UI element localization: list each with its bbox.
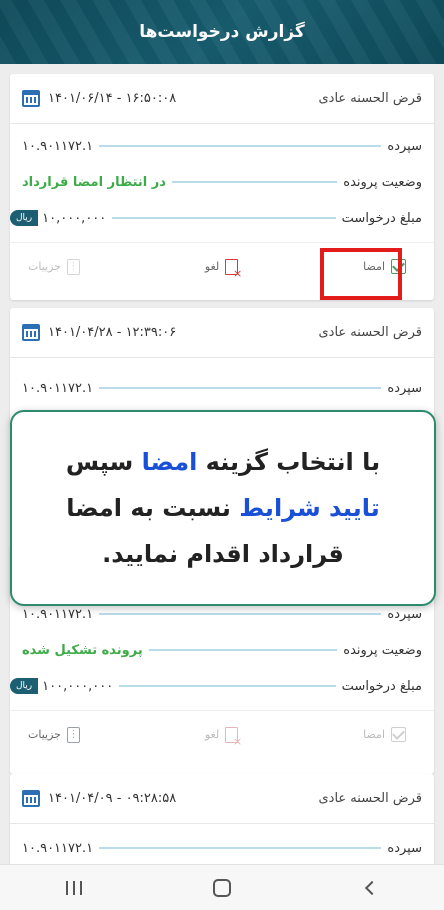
status-label: وضعیت پرونده (343, 174, 422, 190)
loan-type: قرض الحسنه عادی (318, 91, 422, 106)
request-date: ۱۴۰۱/۰۶/۱۴ - ۱۶:۵۰:۰۸ (22, 90, 176, 107)
back-icon (364, 880, 380, 895)
sepordeh-row: سپرده ۱۰.۹۰۱۱۷۲.۱ (10, 370, 434, 406)
status-row: وضعیت پرونده پرونده تشکیل شده (10, 632, 434, 668)
card-header: قرض الحسنه عادی ۱۴۰۱/۰۴/۰۹ - ۰۹:۲۸:۵۸ (10, 774, 434, 824)
sepordeh-label: سپرده (387, 606, 422, 622)
amount-row: مبلغ درخواست ۱۰۰,۰۰۰,۰۰۰ ریال (10, 668, 434, 704)
date-text: ۱۴۰۱/۰۴/۰۹ - ۰۹:۲۸:۵۸ (48, 791, 177, 806)
sepordeh-value: ۱۰.۹۰۱۱۷۲.۱ (22, 380, 94, 396)
loan-type: قرض الحسنه عادی (318, 325, 422, 340)
cancel-button[interactable]: لغو (204, 726, 242, 748)
amount-label: مبلغ درخواست (341, 210, 422, 226)
sign-button[interactable]: امضا (363, 727, 406, 742)
sepordeh-label: سپرده (387, 138, 422, 154)
card-header: قرض الحسنه عادی ۱۴۰۱/۰۴/۲۸ - ۱۲:۳۹:۰۶ (10, 308, 434, 358)
sepordeh-row: سپرده ۱۰.۹۰۱۱۷۲.۱ (10, 128, 434, 164)
details-icon: ⋮ (66, 258, 80, 275)
details-icon: ⋮ (66, 726, 80, 743)
status-row: وضعیت پرونده در انتظار امضا قرارداد (10, 164, 434, 200)
app-header: گزارش درخواست‌ها (0, 0, 444, 64)
calendar-icon (22, 324, 40, 341)
home-icon (213, 878, 231, 897)
date-text: ۱۴۰۱/۰۶/۱۴ - ۱۶:۵۰:۰۸ (48, 91, 177, 106)
tutorial-taeed: تایید شرایط (239, 494, 380, 522)
status-value: پرونده تشکیل شده (22, 642, 143, 658)
sign-highlight-frame (320, 248, 402, 300)
card-actions: امضا لغو ⋮ جزییات (10, 710, 434, 758)
date-text: ۱۴۰۱/۰۴/۲۸ - ۱۲:۳۹:۰۶ (48, 325, 177, 340)
tutorial-part1: با انتخاب گزینه (197, 448, 381, 476)
cancel-label: لغو (204, 260, 220, 273)
amount-label: مبلغ درخواست (341, 678, 422, 694)
calendar-icon (22, 790, 40, 807)
tutorial-callout: با انتخاب گزینه امضا سپس تایید شرایط نسب… (10, 410, 436, 606)
cancel-doc-icon (225, 726, 242, 748)
calendar-icon (22, 90, 40, 107)
sepordeh-label: سپرده (387, 380, 422, 396)
row-divider (99, 387, 382, 389)
amount-value: ۱۰۰,۰۰۰,۰۰۰ (42, 678, 114, 694)
row-divider (99, 145, 382, 147)
row-divider (99, 613, 382, 615)
tutorial-text: با انتخاب گزینه امضا سپس تایید شرایط نسب… (38, 439, 408, 577)
row-divider (99, 847, 382, 849)
tutorial-part2: سپس (65, 448, 142, 476)
row-divider (112, 217, 336, 219)
rial-badge: ریال (10, 678, 39, 694)
cancel-doc-icon (225, 258, 242, 280)
sepordeh-value: ۱۰.۹۰۱۱۷۲.۱ (22, 606, 94, 622)
tutorial-emza: امضا (141, 448, 198, 476)
card-header: قرض الحسنه عادی ۱۴۰۱/۰۶/۱۴ - ۱۶:۵۰:۰۸ (10, 74, 434, 124)
status-label: وضعیت پرونده (343, 642, 422, 658)
check-icon (391, 727, 406, 742)
sepordeh-label: سپرده (387, 840, 422, 856)
status-value: در انتظار امضا قرارداد (22, 174, 166, 190)
recent-apps-icon (66, 880, 82, 895)
recent-apps-button[interactable] (54, 868, 94, 908)
request-date: ۱۴۰۱/۰۴/۰۹ - ۰۹:۲۸:۵۸ (22, 790, 176, 807)
sepordeh-value: ۱۰.۹۰۱۱۷۲.۱ (22, 138, 94, 154)
loan-type: قرض الحسنه عادی (318, 791, 422, 806)
details-button[interactable]: ⋮ جزییات (28, 726, 80, 743)
sign-label: امضا (363, 728, 385, 741)
row-divider (119, 685, 336, 687)
row-divider (171, 181, 338, 183)
details-label: جزییات (28, 728, 61, 741)
cancel-button[interactable]: لغو (204, 258, 242, 280)
details-label: جزییات (28, 260, 61, 273)
request-date: ۱۴۰۱/۰۴/۲۸ - ۱۲:۳۹:۰۶ (22, 324, 176, 341)
cancel-label: لغو (204, 728, 220, 741)
page-title: گزارش درخواست‌ها (139, 22, 305, 42)
request-card: قرض الحسنه عادی ۱۴۰۱/۰۴/۰۹ - ۰۹:۲۸:۵۸ سپ… (10, 774, 434, 864)
rial-badge: ریال (10, 210, 39, 226)
amount-value: ۱۰,۰۰۰,۰۰۰ (42, 210, 107, 226)
back-button[interactable] (350, 868, 390, 908)
system-nav-bar (0, 864, 444, 910)
amount-row: مبلغ درخواست ۱۰,۰۰۰,۰۰۰ ریال (10, 200, 434, 236)
row-divider (148, 649, 338, 651)
details-button[interactable]: ⋮ جزییات (28, 258, 80, 275)
home-button[interactable] (202, 868, 242, 908)
sepordeh-value: ۱۰.۹۰۱۱۷۲.۱ (22, 840, 94, 856)
sepordeh-row: سپرده ۱۰.۹۰۱۱۷۲.۱ (10, 830, 434, 864)
